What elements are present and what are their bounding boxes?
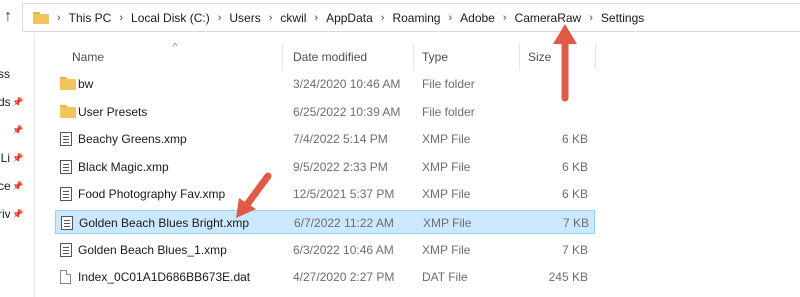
up-arrow-icon[interactable]: ↑ [0,6,16,28]
file-type: XMP File [422,159,471,174]
file-size: 7 KB [561,242,588,257]
nav-item-label: Li [0,151,10,165]
column-header-size[interactable]: Size [528,50,551,64]
file-row[interactable]: Index_0C01A1D686BB673E.dat 4/27/2020 2:27… [55,265,595,289]
file-size: 245 KB [548,270,588,285]
file-name: Black Magic.xmp [78,159,169,174]
nav-item[interactable]: 📌 [0,122,23,138]
breadcrumb-chevron-icon[interactable]: › [269,12,273,24]
breadcrumb-item[interactable]: This PC [69,11,112,25]
breadcrumb-item[interactable]: Adobe [460,11,495,25]
file-row[interactable]: Food Photography Fav.xmp 12/5/2021 5:37 P… [55,182,595,206]
xmp-file-icon [60,132,72,147]
file-explorer-window: ↑ › This PC › Local Disk (C:) › Users › ckwil › A… [0,0,800,297]
breadcrumb-item[interactable]: Settings [601,11,644,25]
breadcrumb-chevron-icon[interactable]: › [119,12,123,24]
breadcrumb-chevron-icon[interactable]: › [448,12,452,24]
file-type: XMP File [422,187,471,202]
breadcrumb-item[interactable]: ckwil [280,11,306,25]
breadcrumb-item[interactable]: Local Disk (C:) [131,11,210,25]
pin-icon: 📌 [12,124,24,135]
pin-icon: 📌 [12,96,24,107]
file-row[interactable]: User Presets 6/25/2022 10:39 AM File folde… [55,100,595,124]
file-name: Beachy Greens.xmp [78,132,187,147]
pin-icon: 📌 [12,180,24,191]
column-header-row: ^ Name Date modified Type Size [52,41,800,70]
file-type: XMP File [422,132,471,147]
breadcrumb-chevron-icon[interactable]: › [314,12,318,24]
column-header-name[interactable]: Name [72,50,104,64]
file-date: 6/25/2022 10:39 AM [293,104,401,119]
breadcrumb-chevron-icon[interactable]: › [381,12,385,24]
file-size: 6 KB [561,187,588,202]
column-divider[interactable] [413,44,414,70]
file-size: 6 KB [561,132,588,147]
file-type: File folder [422,104,475,119]
nav-item[interactable]: ce 📌 [0,178,23,194]
nav-item[interactable]: ds 📌 [0,94,23,110]
column-divider[interactable] [282,44,283,70]
nav-item-label: ss [0,67,10,81]
sort-indicator-icon: ^ [173,41,178,51]
folder-icon [60,104,76,118]
nav-item-label: riv [0,207,10,221]
address-bar[interactable]: › This PC › Local Disk (C:) › Users › ckwil › App… [22,3,800,32]
file-type: DAT File [422,270,468,285]
file-type: XMP File [423,216,472,230]
file-name: Index_0C01A1D686BB673E.dat [78,270,251,285]
file-row[interactable]: Black Magic.xmp 9/5/2022 2:33 PM XMP File 6… [55,155,595,179]
file-name: bw [78,77,94,91]
navigation-pane: ssds📌📌Li📌ce📌riv📌 [0,34,30,297]
nav-item[interactable]: ss [0,66,10,82]
breadcrumb-item[interactable]: Users [229,11,260,25]
file-date: 6/7/2022 11:22 AM [294,216,394,230]
file-size: 6 KB [561,159,588,174]
file-name: Food Photography Fav.xmp [78,187,226,202]
nav-item-label: ce [0,179,10,193]
file-row[interactable]: bw 3/24/2020 10:46 AM File folder [55,72,595,96]
folder-icon [33,11,49,24]
column-header-date-modified[interactable]: Date modified [293,50,367,64]
column-divider[interactable] [519,44,520,70]
file-date: 9/5/2022 2:33 PM [293,159,388,174]
breadcrumb-item[interactable]: Roaming [392,11,440,25]
breadcrumb-item[interactable]: AppData [326,11,373,25]
file-row-selected[interactable]: Golden Beach Blues Bright.xmp 6/7/2022 11… [55,210,595,234]
nav-item[interactable]: Li 📌 [0,150,24,166]
pin-icon: 📌 [12,152,24,163]
dat-file-icon [60,270,71,285]
file-date: 7/4/2022 5:14 PM [293,132,388,147]
xmp-file-icon [60,187,72,202]
pin-icon: 📌 [12,208,24,219]
file-name: Golden Beach Blues Bright.xmp [79,216,250,230]
breadcrumb-chevron-icon[interactable]: › [503,12,507,24]
breadcrumb-chevron-icon[interactable]: › [57,12,61,24]
file-row[interactable]: Golden Beach Blues_1.xmp 6/3/2022 10:46 A… [55,238,595,262]
file-date: 6/3/2022 10:46 AM [293,242,394,257]
nav-item-label: ds [0,95,10,109]
nav-pane-divider [34,34,35,297]
file-row[interactable]: Beachy Greens.xmp 7/4/2022 5:14 PM XMP Fil… [55,127,595,151]
nav-item[interactable]: riv📌 [0,206,23,222]
file-type: XMP File [422,242,471,257]
breadcrumb-chevron-icon[interactable]: › [218,12,222,24]
column-header-type[interactable]: Type [422,50,448,64]
xmp-file-icon [60,159,72,174]
breadcrumb-chevron-icon[interactable]: › [589,12,593,24]
folder-icon [60,77,76,90]
xmp-file-icon [60,242,72,257]
file-date: 12/5/2021 5:37 PM [293,187,395,202]
xmp-file-icon [61,216,73,230]
file-date: 3/24/2020 10:46 AM [293,77,401,91]
file-size: 7 KB [562,216,589,230]
file-date: 4/27/2020 2:27 PM [293,270,395,285]
file-type: File folder [422,77,475,91]
column-divider[interactable] [595,44,596,70]
file-name: User Presets [78,104,148,119]
breadcrumb-item[interactable]: CameraRaw [515,11,582,25]
file-name: Golden Beach Blues_1.xmp [78,242,227,257]
address-row: ↑ › This PC › Local Disk (C:) › Users › ckwil › A… [0,0,800,34]
